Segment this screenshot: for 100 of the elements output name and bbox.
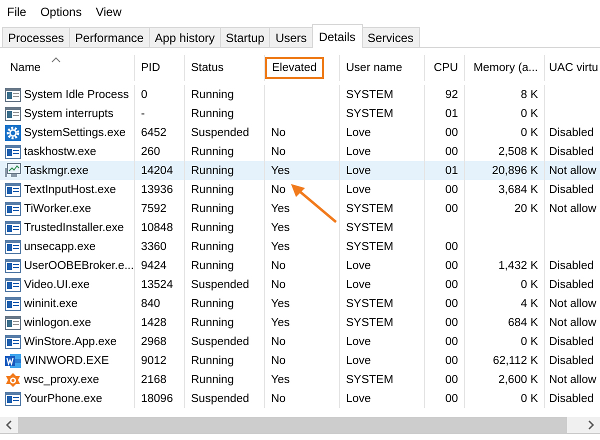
scroll-left-icon[interactable]: [5, 420, 13, 430]
tab[interactable]: Processes: [2, 27, 70, 48]
table-cell: Not allow: [549, 164, 596, 176]
table-cell: 00: [445, 354, 458, 366]
process-name: wininit.exe: [24, 298, 78, 310]
table-cell: Love: [346, 146, 371, 158]
table-row[interactable]: TiWorker.exe 7592 Running Yes SYSTEM 00 20 K Not allow: [0, 199, 600, 218]
table-cell: 1,432 K: [498, 260, 538, 272]
table-cell: 00: [445, 298, 458, 310]
table-cell: -: [141, 108, 145, 120]
window-icon: [5, 106, 21, 120]
table-cell: 2,508 K: [498, 146, 538, 158]
table-row[interactable]: System interrupts - Running SYSTEM 01 0 K: [0, 104, 600, 123]
antivirus-app-icon: [5, 372, 21, 388]
table-cell: 2968: [141, 336, 167, 348]
process-name: SystemSettings.exe: [24, 126, 126, 138]
table-cell: 00: [445, 278, 458, 290]
horizontal-scrollbar[interactable]: [0, 417, 600, 434]
table-cell: 00: [445, 392, 458, 404]
table-cell: 8 K: [520, 88, 538, 100]
column-header[interactable]: Memory (a...: [473, 57, 538, 79]
table-cell: No: [271, 278, 286, 290]
table-cell: SYSTEM: [346, 222, 394, 234]
table-cell: Disabled: [549, 126, 594, 138]
column-header[interactable]: Elevated: [265, 57, 324, 79]
menu-item[interactable]: Options: [40, 5, 82, 19]
tab[interactable]: App history: [148, 27, 221, 48]
table-row[interactable]: SystemSettings.exe 6452 Suspended No Love 00 0 K Disabled: [0, 123, 600, 142]
table-cell: 18096: [141, 392, 173, 404]
table-row[interactable]: WINWORD.EXE 9012 Running No Love 00 62,112 K Disabled: [0, 351, 600, 370]
table-cell: 684 K: [508, 316, 538, 328]
table-cell: 2168: [141, 374, 167, 386]
column-header[interactable]: CPU: [434, 57, 458, 79]
table-row[interactable]: TrustedInstaller.exe 10848 Running Yes SYSTEM: [0, 218, 600, 237]
table-cell: Running: [191, 222, 234, 234]
table-cell: 00: [445, 260, 458, 272]
table-cell: 00: [445, 202, 458, 214]
table-cell: Running: [191, 202, 234, 214]
table-cell: SYSTEM: [346, 88, 394, 100]
table-row[interactable]: YourPhone.exe 18096 Suspended No Love 00 0 K Disabled: [0, 389, 600, 408]
table-cell: Running: [191, 184, 234, 196]
table-cell: 3,684 K: [498, 184, 538, 196]
table-cell: 0 K: [520, 392, 538, 404]
app-window-icon: [5, 278, 21, 292]
table-cell: Love: [346, 260, 371, 272]
app-window-icon: [5, 240, 21, 254]
column-header[interactable]: User name: [346, 57, 402, 79]
table-row[interactable]: wsc_proxy.exe 2168 Running Yes SYSTEM 00 2,600 K Not allow: [0, 370, 600, 389]
table-cell: 9012: [141, 354, 167, 366]
menu-item[interactable]: View: [96, 5, 122, 19]
tab[interactable]: Performance: [69, 27, 150, 48]
table-cell: 13936: [141, 184, 173, 196]
table-row[interactable]: Taskmgr.exe 14204 Running Yes Love 01 20,896 K Not allow: [0, 161, 600, 180]
table-row[interactable]: unsecapp.exe 3360 Running Yes SYSTEM 00: [0, 237, 600, 256]
table-row[interactable]: Video.UI.exe 13524 Suspended No Love 00 0 K Disabled: [0, 275, 600, 294]
table-cell: 00: [445, 336, 458, 348]
app-window-icon: [5, 182, 21, 196]
table-cell: Love: [346, 354, 371, 366]
table-cell: 0 K: [520, 126, 538, 138]
table-cell: Running: [191, 354, 234, 366]
table-row[interactable]: WinStore.App.exe 2968 Suspended No Love 00 0 K Disabled: [0, 332, 600, 351]
column-header[interactable]: Status: [191, 57, 224, 79]
table-row[interactable]: wininit.exe 840 Running Yes SYSTEM 00 4 K Not allow: [0, 294, 600, 313]
table-cell: SYSTEM: [346, 316, 394, 328]
table-row[interactable]: System Idle Process 0 Running SYSTEM 92 8 K: [0, 85, 600, 104]
table-cell: Disabled: [549, 354, 594, 366]
tab[interactable]: Services: [362, 27, 420, 48]
table-cell: Running: [191, 316, 234, 328]
table-cell: SYSTEM: [346, 240, 394, 252]
tab[interactable]: Users: [269, 27, 313, 48]
column-header[interactable]: UAC virtu: [549, 57, 598, 79]
tab[interactable]: Startup: [220, 27, 270, 48]
process-name: System Idle Process: [24, 88, 129, 100]
table-cell: No: [271, 184, 286, 196]
table-row[interactable]: winlogon.exe 1428 Running Yes SYSTEM 00 684 K Not allow: [0, 313, 600, 332]
column-header[interactable]: Name: [10, 57, 61, 79]
process-name: Taskmgr.exe: [24, 164, 89, 176]
tab[interactable]: Details: [312, 24, 362, 48]
table-cell: 0: [141, 88, 148, 100]
table-cell: Suspended: [191, 126, 250, 138]
table-cell: 00: [445, 126, 458, 138]
column-header[interactable]: PID: [141, 57, 160, 79]
table-cell: Love: [346, 278, 371, 290]
table-cell: Yes: [271, 374, 290, 386]
table-cell: Suspended: [191, 336, 250, 348]
table-cell: Disabled: [549, 146, 594, 158]
table-cell: Love: [346, 336, 371, 348]
table-cell: 13524: [141, 278, 173, 290]
table-cell: 2,600 K: [498, 374, 538, 386]
table-cell: 4 K: [520, 298, 538, 310]
scroll-right-icon[interactable]: [587, 420, 595, 430]
app-window-icon: [5, 220, 21, 234]
table-cell: 9424: [141, 260, 167, 272]
table-cell: 260: [141, 146, 160, 158]
table-cell: 00: [445, 374, 458, 386]
table-row[interactable]: UserOOBEBroker.e... 9424 Running No Love 00 1,432 K Disabled: [0, 256, 600, 275]
menu-item[interactable]: File: [7, 5, 26, 19]
table-cell: 6452: [141, 126, 167, 138]
table-cell: 92: [445, 88, 458, 100]
process-name: WinStore.App.exe: [24, 336, 117, 348]
